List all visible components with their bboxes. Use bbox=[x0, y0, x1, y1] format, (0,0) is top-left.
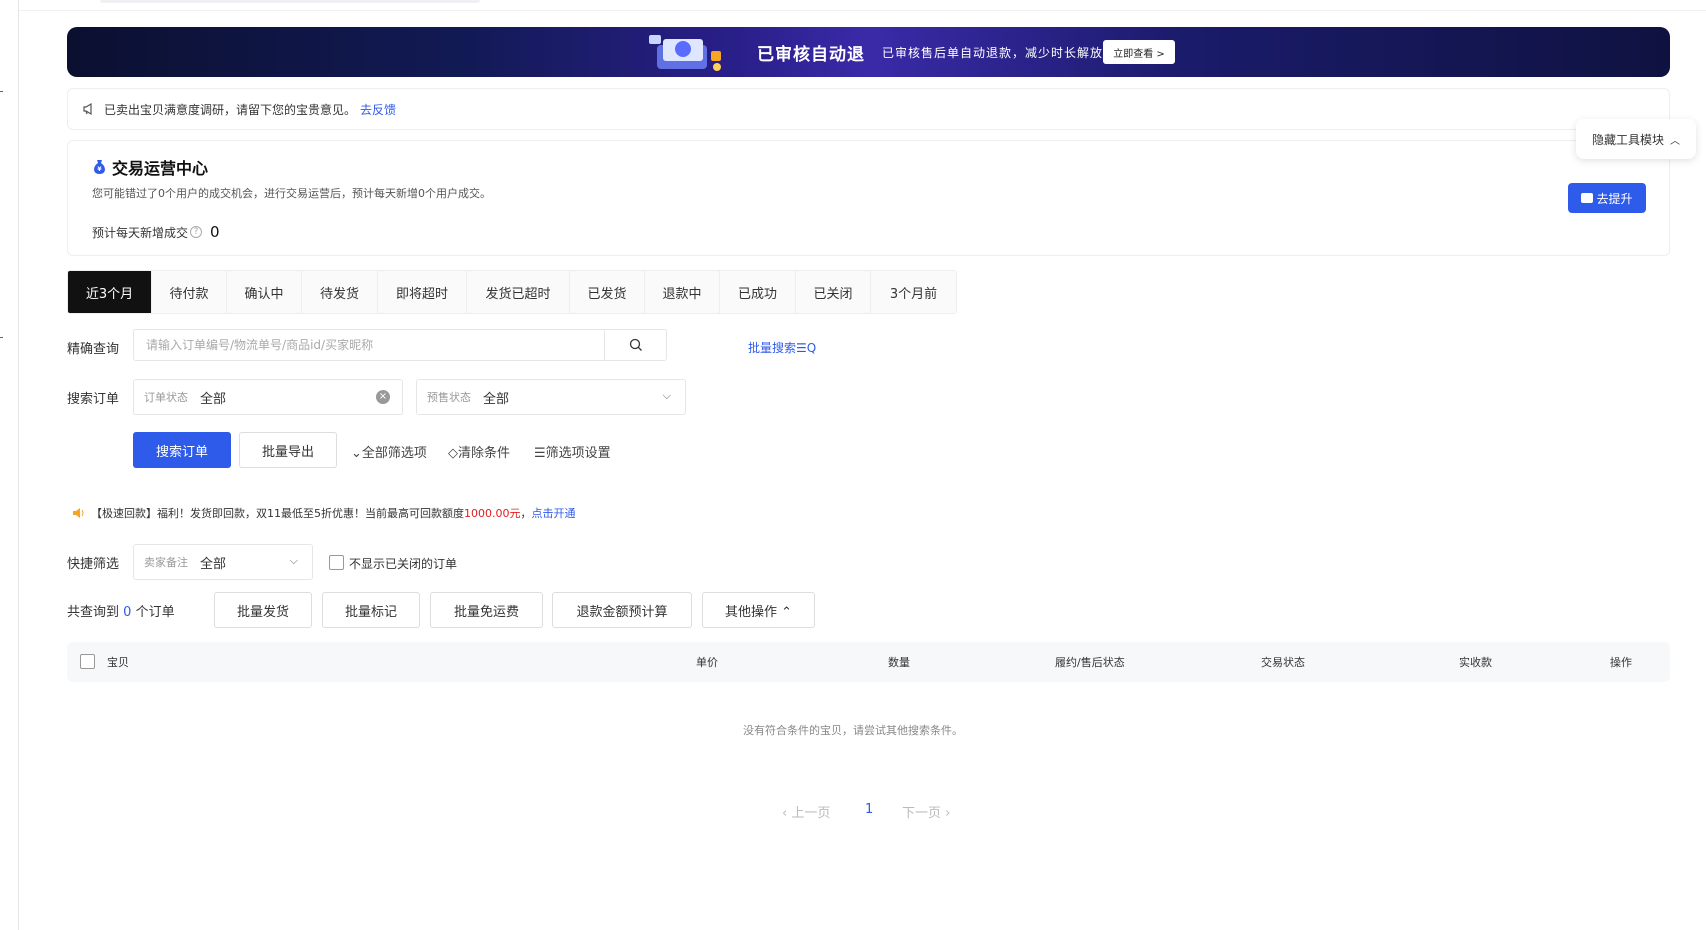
col-unit-price: 单价 bbox=[696, 656, 718, 669]
search-order-button[interactable]: 搜索订单 bbox=[133, 432, 231, 468]
hide-tools-button[interactable]: 隐藏工具模块 ︿ bbox=[1576, 119, 1696, 159]
clear-conditions-link[interactable]: ◇清除条件 bbox=[448, 442, 510, 461]
tab-shipped[interactable]: 已发货 bbox=[570, 271, 645, 313]
order-status-value: 全部 bbox=[200, 391, 227, 407]
stat-value: 0 bbox=[210, 223, 220, 241]
promo-text: 【极速回款】福利！发货即回款，双11最低至5折优惠！当前最高可回款额度 bbox=[91, 507, 464, 520]
rail-marker bbox=[0, 91, 3, 92]
tab-closed[interactable]: 已关闭 bbox=[796, 271, 871, 313]
rail-marker bbox=[0, 337, 3, 338]
megaphone-icon bbox=[83, 102, 92, 116]
col-item: 宝贝 bbox=[107, 656, 129, 669]
order-status-key: 订单状态 bbox=[144, 391, 188, 404]
center-title: ¥ 交易运营中心 bbox=[92, 155, 208, 179]
seller-remark-key: 卖家备注 bbox=[144, 556, 188, 569]
batch-free-shipping-button[interactable]: 批量免运费 bbox=[430, 592, 543, 628]
tab-about-to-timeout[interactable]: 即将超时 bbox=[378, 271, 467, 313]
top-tab-strip bbox=[100, 0, 480, 3]
presale-status-select[interactable]: 预售状态 全部 ⌵ bbox=[416, 379, 686, 415]
tab-last-3-months[interactable]: 近3个月 bbox=[68, 271, 152, 313]
search-button[interactable] bbox=[604, 330, 666, 360]
top-divider bbox=[19, 10, 1706, 11]
page-number[interactable]: 1 bbox=[865, 802, 873, 817]
center-description: 您可能错过了0个用户的成交机会，进行交易运营后，预计每天新增0个用户成交。 bbox=[92, 187, 491, 200]
tab-to-ship[interactable]: 待发货 bbox=[302, 271, 378, 313]
chart-icon bbox=[1581, 193, 1594, 203]
chevron-up-icon: ︿ bbox=[1670, 135, 1680, 147]
tab-before-3-months[interactable]: 3个月前 bbox=[871, 271, 956, 313]
center-stat: 预计每天新增成交 ? 0 bbox=[92, 223, 220, 241]
chevron-down-icon: ⌵ bbox=[662, 389, 671, 402]
quick-filter-label: 快捷筛选 bbox=[67, 557, 120, 572]
tab-success[interactable]: 已成功 bbox=[720, 271, 796, 313]
tab-shipping-overdue[interactable]: 发货已超时 bbox=[467, 271, 570, 313]
next-page-button[interactable]: 下一页 › bbox=[902, 802, 950, 821]
trade-operation-center: ¥ 交易运营中心 您可能错过了0个用户的成交机会，进行交易运营后，预计每天新增0… bbox=[67, 140, 1670, 256]
fast-payment-promo: 【极速回款】福利！发货即回款，双11最低至5折优惠！当前最高可回款额度 1000.… bbox=[72, 505, 576, 521]
chevron-down-icon: ⌵ bbox=[289, 554, 298, 567]
batch-ship-button[interactable]: 批量发货 bbox=[214, 592, 312, 628]
prev-page-button[interactable]: ‹ 上一页 bbox=[782, 802, 830, 821]
result-count: 共查询到 0 个订单 bbox=[67, 601, 175, 620]
banner-title: 已审核自动退 bbox=[757, 45, 865, 65]
promo-banner[interactable]: 已审核自动退 已审核售后单自动退款，减少时长解放人力 立即查看 > bbox=[67, 27, 1670, 77]
left-rail bbox=[0, 0, 19, 930]
precise-search-box bbox=[133, 329, 667, 361]
batch-search-icon: ☰Q bbox=[796, 341, 817, 355]
col-received: 实收款 bbox=[1459, 656, 1492, 669]
banner-illustration-icon bbox=[649, 35, 721, 71]
all-filters-link[interactable]: ⌄全部筛选项 bbox=[351, 442, 427, 461]
seller-remark-select[interactable]: 卖家备注 全部 ⌵ bbox=[133, 544, 313, 580]
col-trade-status: 交易状态 bbox=[1261, 656, 1305, 669]
seller-remark-value: 全部 bbox=[200, 556, 227, 572]
presale-status-value: 全部 bbox=[483, 391, 510, 407]
select-all-checkbox[interactable] bbox=[80, 654, 95, 669]
hide-closed-checkbox[interactable] bbox=[329, 555, 344, 570]
precise-search-input[interactable] bbox=[134, 330, 604, 360]
result-number: 0 bbox=[123, 605, 132, 620]
tab-refunding[interactable]: 退款中 bbox=[645, 271, 720, 313]
center-title-text: 交易运营中心 bbox=[112, 159, 209, 178]
refund-estimate-button[interactable]: 退款金额预计算 bbox=[552, 592, 692, 628]
feedback-text: 已卖出宝贝满意度调研，请留下您的宝贵意见。 bbox=[104, 102, 357, 117]
order-tabs: 近3个月 待付款 确认中 待发货 即将超时 发货已超时 已发货 退款中 已成功 … bbox=[67, 270, 957, 314]
col-quantity: 数量 bbox=[888, 656, 910, 669]
result-prefix: 共查询到 bbox=[67, 605, 120, 620]
batch-export-button[interactable]: 批量导出 bbox=[239, 432, 337, 468]
result-suffix: 个订单 bbox=[135, 605, 175, 620]
batch-search-label: 批量搜索 bbox=[748, 341, 797, 355]
tab-pending-payment[interactable]: 待付款 bbox=[152, 271, 227, 313]
promo-link[interactable]: 点击开通 bbox=[532, 505, 576, 521]
order-status-select[interactable]: 订单状态 全部 × bbox=[133, 379, 403, 415]
hide-closed-label: 不显示已关闭的订单 bbox=[349, 557, 458, 571]
feedback-link[interactable]: 去反馈 bbox=[360, 101, 396, 118]
search-icon bbox=[629, 338, 642, 351]
col-fulfillment-status: 履约/售后状态 bbox=[1055, 656, 1125, 669]
upgrade-button[interactable]: 去提升 bbox=[1568, 183, 1646, 213]
upgrade-button-label: 去提升 bbox=[1596, 191, 1633, 206]
clear-icon[interactable]: × bbox=[376, 390, 390, 404]
presale-status-key: 预售状态 bbox=[427, 391, 471, 404]
precise-search-label: 精确查询 bbox=[67, 342, 120, 357]
table-header: 宝贝 单价 数量 履约/售后状态 交易状态 实收款 操作 bbox=[67, 642, 1670, 682]
speaker-icon bbox=[73, 508, 84, 518]
tab-confirming[interactable]: 确认中 bbox=[227, 271, 302, 313]
feedback-bar: 已卖出宝贝满意度调研，请留下您的宝贵意见。 去反馈 bbox=[67, 88, 1670, 130]
banner-view-button[interactable]: 立即查看 > bbox=[1103, 40, 1175, 64]
col-actions: 操作 bbox=[1610, 656, 1632, 669]
promo-amount: 1000.00元 bbox=[464, 507, 521, 520]
batch-search-link[interactable]: 批量搜索☰Q bbox=[748, 339, 816, 356]
banner-subtitle: 已审核售后单自动退款，减少时长解放人力 bbox=[882, 46, 1130, 60]
promo-separator: ， bbox=[520, 507, 532, 520]
batch-mark-button[interactable]: 批量标记 bbox=[322, 592, 420, 628]
filter-settings-link[interactable]: ☰筛选项设置 bbox=[534, 442, 611, 461]
hide-tools-label: 隐藏工具模块 bbox=[1591, 132, 1664, 147]
money-bag-icon: ¥ bbox=[94, 160, 105, 174]
stat-label: 预计每天新增成交 bbox=[92, 225, 189, 240]
empty-state: 没有符合条件的宝贝，请尝试其他搜索条件。 bbox=[743, 724, 963, 737]
help-icon[interactable]: ? bbox=[190, 226, 203, 238]
order-search-label: 搜索订单 bbox=[67, 392, 120, 407]
other-actions-button[interactable]: 其他操作 ⌃ bbox=[702, 592, 815, 628]
